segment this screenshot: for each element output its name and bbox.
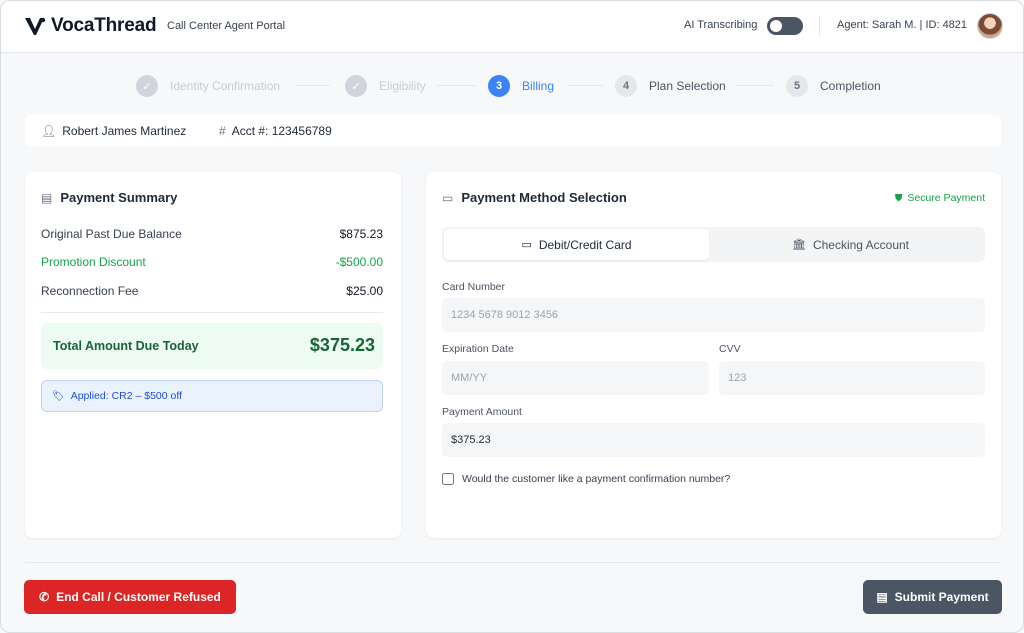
account-number-text: Acct #: 123456789 bbox=[231, 124, 332, 138]
applied-promo-text: Applied: CR2 – $500 off bbox=[70, 390, 183, 402]
step-identity-confirmation: ✓ Identity Confirmation bbox=[136, 74, 280, 98]
payment-summary-card: ▤ Payment Summary Original Past Due Bala… bbox=[25, 172, 401, 538]
toggle-knob bbox=[770, 20, 782, 32]
end-call-button[interactable]: ✆ End Call / Customer Refused bbox=[24, 580, 236, 614]
summary-row-reconnection: Reconnection Fee $25.00 bbox=[41, 284, 383, 298]
step-number: 5 bbox=[786, 75, 808, 97]
row-value: -$500.00 bbox=[335, 255, 383, 269]
card-number-input[interactable] bbox=[442, 298, 985, 332]
customer-name: 👤︎ Robert James Martinez bbox=[41, 124, 186, 138]
hash-icon: # bbox=[219, 124, 226, 138]
summary-row-past-due: Original Past Due Balance $875.23 bbox=[41, 227, 383, 241]
brand-name: VocaThread bbox=[51, 15, 157, 36]
payment-summary-title-text: Payment Summary bbox=[60, 190, 178, 205]
ai-transcribing-toggle[interactable] bbox=[767, 17, 803, 35]
step-label: Plan Selection bbox=[649, 79, 726, 93]
step-label: Eligibility bbox=[379, 79, 426, 93]
confirmation-number-label: Would the customer like a payment confir… bbox=[462, 473, 731, 485]
footer-divider bbox=[25, 562, 1001, 563]
confirmation-number-option[interactable]: Would the customer like a payment confir… bbox=[442, 473, 730, 485]
submit-payment-button[interactable]: ▤ Submit Payment bbox=[863, 580, 1002, 614]
avatar[interactable] bbox=[977, 13, 1003, 39]
step-number: 3 bbox=[488, 75, 510, 97]
customer-name-text: Robert James Martinez bbox=[62, 124, 187, 138]
agent-info: Agent: Sarah M. | ID: 4821 bbox=[837, 19, 968, 31]
payment-method-card: ▭ Payment Method Selection ⛊ Secure Paym… bbox=[426, 172, 1001, 538]
summary-row-promotion: Promotion Discount -$500.00 bbox=[41, 255, 383, 269]
credit-card-icon: ▭ bbox=[521, 239, 532, 251]
step-label: Billing bbox=[522, 79, 555, 93]
expiration-date-input[interactable] bbox=[442, 361, 709, 395]
tab-debit-credit-card[interactable]: ▭ Debit/Credit Card bbox=[444, 229, 709, 260]
invoice-icon: ▤ bbox=[41, 190, 53, 205]
step-connector bbox=[296, 85, 330, 86]
app-header: VocaThread Call Center Agent Portal AI T… bbox=[1, 1, 1023, 53]
payment-method-title: ▭ Payment Method Selection bbox=[442, 190, 627, 205]
tab-label: Debit/Credit Card bbox=[538, 237, 632, 252]
vocathread-logo-icon bbox=[25, 17, 46, 35]
summary-divider bbox=[41, 312, 383, 313]
ai-transcribing-label: AI Transcribing bbox=[684, 19, 758, 31]
step-label: Completion bbox=[820, 79, 881, 93]
tab-label: Checking Account bbox=[812, 237, 910, 252]
step-completion: 5 Completion bbox=[786, 74, 881, 98]
secure-payment-badge: ⛊ Secure Payment bbox=[895, 192, 985, 204]
check-icon: ✓ bbox=[345, 75, 367, 97]
tag-icon: 🏷︎ bbox=[52, 390, 65, 402]
step-eligibility: ✓ Eligibility bbox=[345, 74, 426, 98]
step-connector bbox=[567, 85, 603, 86]
payment-summary-title: ▤ Payment Summary bbox=[41, 190, 177, 205]
user-icon: 👤︎ bbox=[41, 124, 57, 138]
customer-account: # Acct #: 123456789 bbox=[219, 124, 332, 138]
applied-promo-badge: 🏷︎ Applied: CR2 – $500 off bbox=[41, 380, 383, 412]
step-label: Identity Confirmation bbox=[170, 79, 281, 93]
header-divider bbox=[819, 16, 820, 36]
bank-icon: 🏛︎ bbox=[791, 239, 806, 251]
phone-hangup-icon: ✆ bbox=[39, 590, 50, 604]
step-number: 4 bbox=[615, 75, 637, 97]
payment-method-title-text: Payment Method Selection bbox=[461, 190, 627, 205]
expiration-date-label: Expiration Date bbox=[442, 343, 514, 355]
portal-subtitle: Call Center Agent Portal bbox=[167, 20, 286, 32]
tab-checking-account[interactable]: 🏛︎ Checking Account bbox=[718, 229, 983, 260]
total-due-amount: $375.23 bbox=[309, 335, 375, 355]
app-window: VocaThread Call Center Agent Portal AI T… bbox=[0, 0, 1024, 633]
credit-card-icon: ▭ bbox=[442, 190, 454, 205]
check-icon: ✓ bbox=[136, 75, 158, 97]
cvv-label: CVV bbox=[719, 343, 741, 355]
customer-info-bar: 👤︎ Robert James Martinez # Acct #: 12345… bbox=[25, 115, 1001, 147]
cvv-input[interactable] bbox=[719, 361, 985, 395]
step-billing: 3 Billing bbox=[488, 74, 554, 98]
submit-payment-label: Submit Payment bbox=[894, 590, 989, 604]
row-label: Reconnection Fee bbox=[41, 284, 139, 298]
row-label: Promotion Discount bbox=[41, 255, 146, 269]
step-plan-selection: 4 Plan Selection bbox=[615, 74, 726, 98]
payment-amount-input[interactable] bbox=[442, 423, 985, 457]
payment-amount-label: Payment Amount bbox=[442, 406, 522, 418]
step-connector bbox=[437, 85, 477, 86]
total-due-label: Total Amount Due Today bbox=[53, 339, 199, 353]
step-connector bbox=[736, 85, 774, 86]
secure-payment-text: Secure Payment bbox=[907, 192, 985, 204]
row-value: $25.00 bbox=[346, 284, 383, 298]
total-due-box: Total Amount Due Today $375.23 bbox=[41, 323, 383, 369]
card-number-label: Card Number bbox=[442, 281, 506, 293]
document-icon: ▤ bbox=[876, 590, 888, 604]
payment-method-tabs: ▭ Debit/Credit Card 🏛︎ Checking Account bbox=[442, 227, 985, 262]
row-label: Original Past Due Balance bbox=[41, 227, 182, 241]
confirmation-number-checkbox[interactable] bbox=[442, 473, 454, 485]
row-value: $875.23 bbox=[339, 227, 383, 241]
end-call-label: End Call / Customer Refused bbox=[56, 590, 221, 604]
shield-icon: ⛊ bbox=[894, 192, 903, 204]
